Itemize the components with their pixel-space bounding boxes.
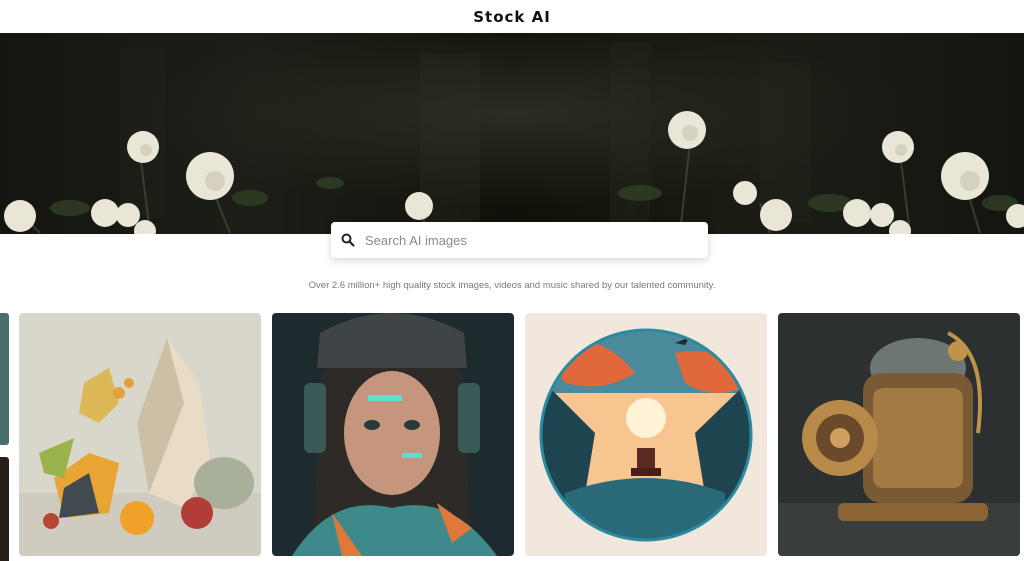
top-bar: Stock AI [0,0,1024,33]
gallery-image-partial[interactable] [0,313,9,445]
site-logo[interactable]: Stock AI [473,8,551,26]
gallery-image-origami-still-life[interactable] [19,313,261,556]
hero-banner [0,33,1024,234]
gallery-image-sunset-ship[interactable] [525,313,767,556]
gallery-image-steampunk-machine[interactable] [778,313,1020,556]
hero-flowers-image [4,43,1024,234]
search-icon [341,233,355,247]
gallery-image-partial[interactable] [0,457,9,561]
search-input[interactable] [363,231,697,249]
tagline: Over 2.6 million+ high quality stock ima… [308,279,716,291]
search-bar[interactable] [331,222,708,258]
gallery-image-cyber-girl[interactable] [272,313,514,556]
